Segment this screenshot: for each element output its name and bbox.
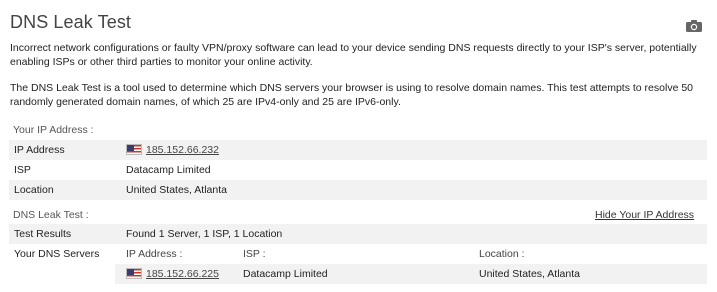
test-results-label: Test Results xyxy=(14,228,72,240)
location-row: Location United States, Atlanta xyxy=(9,180,707,200)
ip-address-label: IP Address xyxy=(14,144,65,156)
description-paragraph: The DNS Leak Test is a tool used to dete… xyxy=(10,82,694,108)
ip-section-heading: Your IP Address : xyxy=(13,124,94,136)
dns-location-column-label: Location : xyxy=(479,248,525,260)
ip-address-value[interactable]: 185.152.66.232 xyxy=(146,144,219,156)
dns-isp-column-label: ISP : xyxy=(243,248,266,260)
page-title: DNS Leak Test xyxy=(10,12,132,32)
location-label: Location xyxy=(14,184,54,196)
camera-icon[interactable] xyxy=(686,20,702,32)
dns-server-isp: Datacamp Limited xyxy=(243,268,328,280)
isp-value: Datacamp Limited xyxy=(126,164,211,176)
isp-label: ISP xyxy=(14,164,31,176)
dns-server-entry: 185.152.66.225 Datacamp Limited United S… xyxy=(115,264,707,284)
us-flag-icon xyxy=(126,144,142,155)
dns-section-heading: DNS Leak Test : xyxy=(13,209,89,221)
test-results-value: Found 1 Server, 1 ISP, 1 Location xyxy=(126,228,283,240)
isp-row: ISP Datacamp Limited xyxy=(9,160,707,180)
location-value: United States, Atlanta xyxy=(126,184,227,196)
intro-paragraph: Incorrect network configurations or faul… xyxy=(10,42,697,68)
dns-server-location: United States, Atlanta xyxy=(479,268,580,280)
ip-address-row: IP Address 185.152.66.232 xyxy=(9,140,707,160)
hide-ip-link[interactable]: Hide Your IP Address xyxy=(595,209,694,221)
dns-ip-column-label: IP Address : xyxy=(126,248,183,260)
dns-server-ip[interactable]: 185.152.66.225 xyxy=(146,268,219,280)
test-results-row: Test Results Found 1 Server, 1 ISP, 1 Lo… xyxy=(9,224,707,244)
us-flag-icon xyxy=(126,268,142,279)
dns-servers-label: Your DNS Servers xyxy=(14,248,100,260)
